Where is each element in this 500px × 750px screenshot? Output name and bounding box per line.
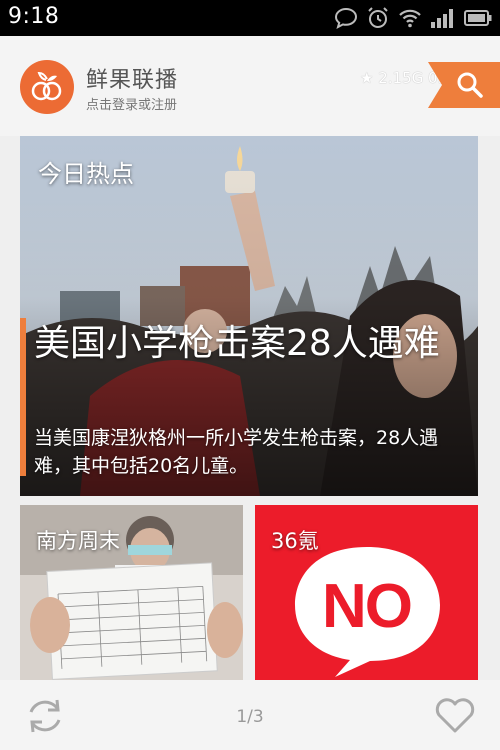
favorite-button[interactable] xyxy=(432,694,478,736)
section-label: 今日热点 xyxy=(38,160,134,188)
search-icon xyxy=(457,72,483,98)
status-icons xyxy=(334,5,492,31)
app-header: 鲜果联播 点击登录或注册 ★ 2.15G 0.1K/S xyxy=(0,36,500,136)
page-indicator: 1/3 xyxy=(236,707,264,727)
heart-icon xyxy=(435,698,475,733)
fruit-logo-icon xyxy=(31,71,62,101)
hero-summary: 当美国康涅狄格州一所小学发生枪击案，28人遇难，其中包括20名儿童。 xyxy=(34,427,439,477)
login-register-link[interactable]: 点击登录或注册 xyxy=(86,94,177,113)
chat-icon xyxy=(334,7,358,29)
hero-headline: 美国小学枪击案28人遇难 xyxy=(34,323,440,364)
alarm-icon xyxy=(366,6,390,30)
bottom-bar: 1/3 xyxy=(0,680,500,750)
status-time: 9:18 xyxy=(8,4,60,29)
app-logo[interactable] xyxy=(20,60,74,114)
news-tile-nanfang[interactable]: 南方周末 xyxy=(20,505,243,680)
wifi-icon xyxy=(398,8,422,28)
tile-label: 南方周末 xyxy=(36,529,120,553)
star-icon: ★ xyxy=(360,69,374,87)
signal-icon xyxy=(430,8,456,28)
news-tile-36kr[interactable]: 36氪 NO xyxy=(255,505,478,680)
headline-accent-bar xyxy=(20,318,26,476)
hero-news-card[interactable]: 今日热点 美国小学枪击案28人遇难 当美国康涅狄格州一所小学发生枪击案，28人遇… xyxy=(20,136,478,496)
status-bar: 9:18 xyxy=(0,0,500,36)
battery-icon xyxy=(464,9,492,27)
no-badge-text: NO xyxy=(322,572,413,641)
app-title: 鲜果联播 xyxy=(86,68,179,93)
